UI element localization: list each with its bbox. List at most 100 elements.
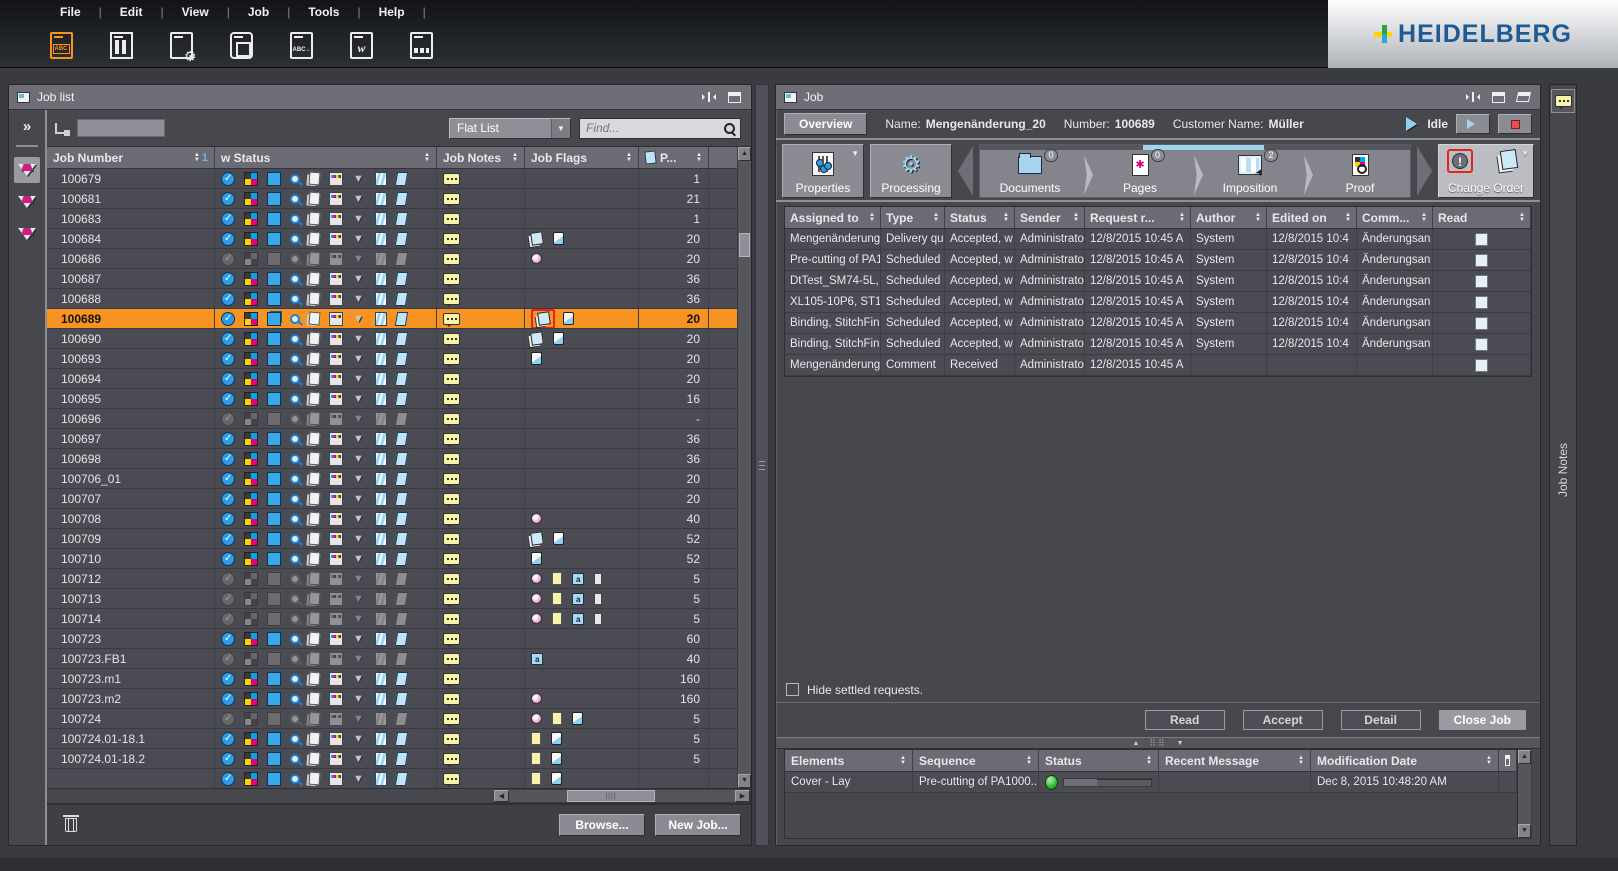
tab-proof[interactable]: Proof (1310, 151, 1410, 197)
column-header-elements[interactable]: Elements (785, 750, 913, 771)
job-row[interactable]: 100706_0120 (47, 469, 737, 489)
note-icon[interactable] (443, 693, 460, 705)
scroll-left-icon[interactable]: ◀ (494, 790, 509, 802)
note-icon[interactable] (443, 613, 460, 625)
request-row[interactable]: Mengenänderung_CommentReceivedAdministra… (785, 355, 1531, 376)
import-job-toolbar-button[interactable] (284, 28, 318, 62)
note-icon[interactable] (443, 533, 460, 545)
scroll-down-icon[interactable]: ▼ (1518, 824, 1531, 838)
tree-view-icon[interactable] (55, 123, 69, 134)
menu-tools[interactable]: Tools (290, 5, 357, 19)
read-checkbox[interactable] (1475, 296, 1488, 309)
read-checkbox[interactable] (1475, 275, 1488, 288)
job-row[interactable]: 10071052 (47, 549, 737, 569)
request-row[interactable]: Binding, StitchFinisScheduledAccepted, w… (785, 334, 1531, 355)
scroll-tabs-right-icon[interactable] (1417, 146, 1432, 196)
column-header-recent-message[interactable]: Recent Message (1159, 750, 1311, 771)
job-row[interactable]: 10068920 (47, 309, 737, 329)
note-icon[interactable] (443, 433, 460, 445)
tab-documents[interactable]: 0 Documents (980, 151, 1080, 197)
job-list-toolbar-button[interactable] (44, 28, 78, 62)
column-header-author[interactable]: Author (1191, 207, 1267, 228)
note-icon[interactable] (443, 333, 460, 345)
imposition-toolbar-button[interactable] (104, 28, 138, 62)
scroll-tabs-left-icon[interactable] (958, 146, 973, 196)
note-icon[interactable] (443, 753, 460, 765)
column-header-request-received[interactable]: Request r... (1085, 207, 1191, 228)
detach-panel-button[interactable] (1489, 90, 1507, 104)
job-row[interactable]: 1007135 (47, 589, 737, 609)
job-row[interactable]: 1007145 (47, 609, 737, 629)
job-row[interactable]: 10070840 (47, 509, 737, 529)
panel-splitter[interactable] (755, 84, 769, 846)
start-processing-button[interactable] (1456, 114, 1490, 134)
collapse-panel-button[interactable] (700, 90, 718, 104)
job-row[interactable] (47, 769, 737, 788)
read-button[interactable]: Read (1145, 710, 1225, 730)
column-header-read[interactable]: Read (1433, 207, 1531, 228)
job-row[interactable]: 1007125 (47, 569, 737, 589)
scroll-right-icon[interactable]: ▶ (735, 790, 750, 802)
job-row[interactable]: 100723.m2160 (47, 689, 737, 709)
note-icon[interactable] (443, 673, 460, 685)
report-toolbar-button[interactable] (344, 28, 378, 62)
search-icon[interactable] (723, 122, 736, 135)
menu-view[interactable]: View (164, 5, 227, 19)
elements-vertical-scrollbar[interactable]: ▲ ▼ (1518, 749, 1532, 839)
note-icon[interactable] (443, 493, 460, 505)
column-header-job-flags[interactable]: Job Flags (525, 147, 639, 168)
expand-sidebar-button[interactable]: » (23, 118, 31, 135)
splitter-down-icon[interactable]: ▼ (1177, 740, 1184, 747)
job-row[interactable]: 10068736 (47, 269, 737, 289)
read-checkbox[interactable] (1475, 317, 1488, 330)
request-row[interactable]: DtTest_SM74-5L, SScheduledAccepted, wAdm… (785, 271, 1531, 292)
scrollbar-thumb[interactable]: |||| (567, 790, 655, 802)
request-row[interactable]: XL105-10P6, ST10ScheduledAccepted, wAdmi… (785, 292, 1531, 313)
tab-processing[interactable]: ⚙ Processing (870, 144, 952, 198)
job-row[interactable]: 10072360 (47, 629, 737, 649)
job-row[interactable]: 10068121 (47, 189, 737, 209)
menu-help[interactable]: Help (361, 5, 423, 19)
tab-pages[interactable]: 0 Pages (1090, 151, 1190, 197)
note-icon[interactable] (443, 293, 460, 305)
note-icon[interactable] (443, 553, 460, 565)
device-toolbar-button[interactable] (224, 28, 258, 62)
note-icon[interactable] (443, 273, 460, 285)
find-input[interactable] (580, 121, 723, 135)
note-icon[interactable] (443, 573, 460, 585)
stop-processing-button[interactable] (1498, 114, 1532, 134)
request-row[interactable]: Binding, StitchFinisScheduledAccepted, w… (785, 313, 1531, 334)
tab-imposition[interactable]: 2 Imposition (1200, 151, 1300, 197)
job-row[interactable]: 10069020 (47, 329, 737, 349)
collapse-panel-button[interactable] (1464, 90, 1482, 104)
read-checkbox[interactable] (1475, 338, 1488, 351)
group-filter-input[interactable] (77, 119, 165, 137)
scroll-up-icon[interactable]: ▲ (1518, 750, 1531, 764)
column-header-edited-on[interactable]: Edited on (1267, 207, 1357, 228)
job-row[interactable]: 10069420 (47, 369, 737, 389)
element-row[interactable]: Cover - LayPre-cutting of PA1000...Dec 8… (785, 772, 1517, 793)
scrollbar-thumb[interactable] (739, 233, 750, 257)
request-row[interactable]: Pre-cutting of PA10ScheduledAccepted, wA… (785, 250, 1531, 271)
scroll-down-icon[interactable]: ▼ (738, 774, 751, 788)
column-header-modification-date[interactable]: Modification Date (1311, 750, 1499, 771)
column-header-job-notes[interactable]: Job Notes (437, 147, 525, 168)
job-row[interactable]: 10070720 (47, 489, 737, 509)
trash-icon[interactable] (65, 818, 77, 832)
note-icon[interactable] (443, 253, 460, 265)
job-row[interactable]: 10070952 (47, 529, 737, 549)
job-notes-button[interactable] (1551, 89, 1575, 113)
view-mode-dropdown[interactable]: Flat List ▼ (449, 118, 571, 139)
note-icon[interactable] (443, 413, 460, 425)
detach-panel-button[interactable] (725, 90, 743, 104)
note-icon[interactable] (443, 593, 460, 605)
note-icon[interactable] (443, 633, 460, 645)
job-row[interactable]: 1006791 (47, 169, 737, 189)
note-icon[interactable] (443, 733, 460, 745)
note-icon[interactable] (443, 233, 460, 245)
note-icon[interactable] (443, 513, 460, 525)
note-icon[interactable] (443, 653, 460, 665)
tab-properties[interactable]: ▼ Properties (782, 144, 864, 198)
float-panel-button[interactable] (1514, 90, 1532, 104)
note-icon[interactable] (443, 313, 460, 325)
